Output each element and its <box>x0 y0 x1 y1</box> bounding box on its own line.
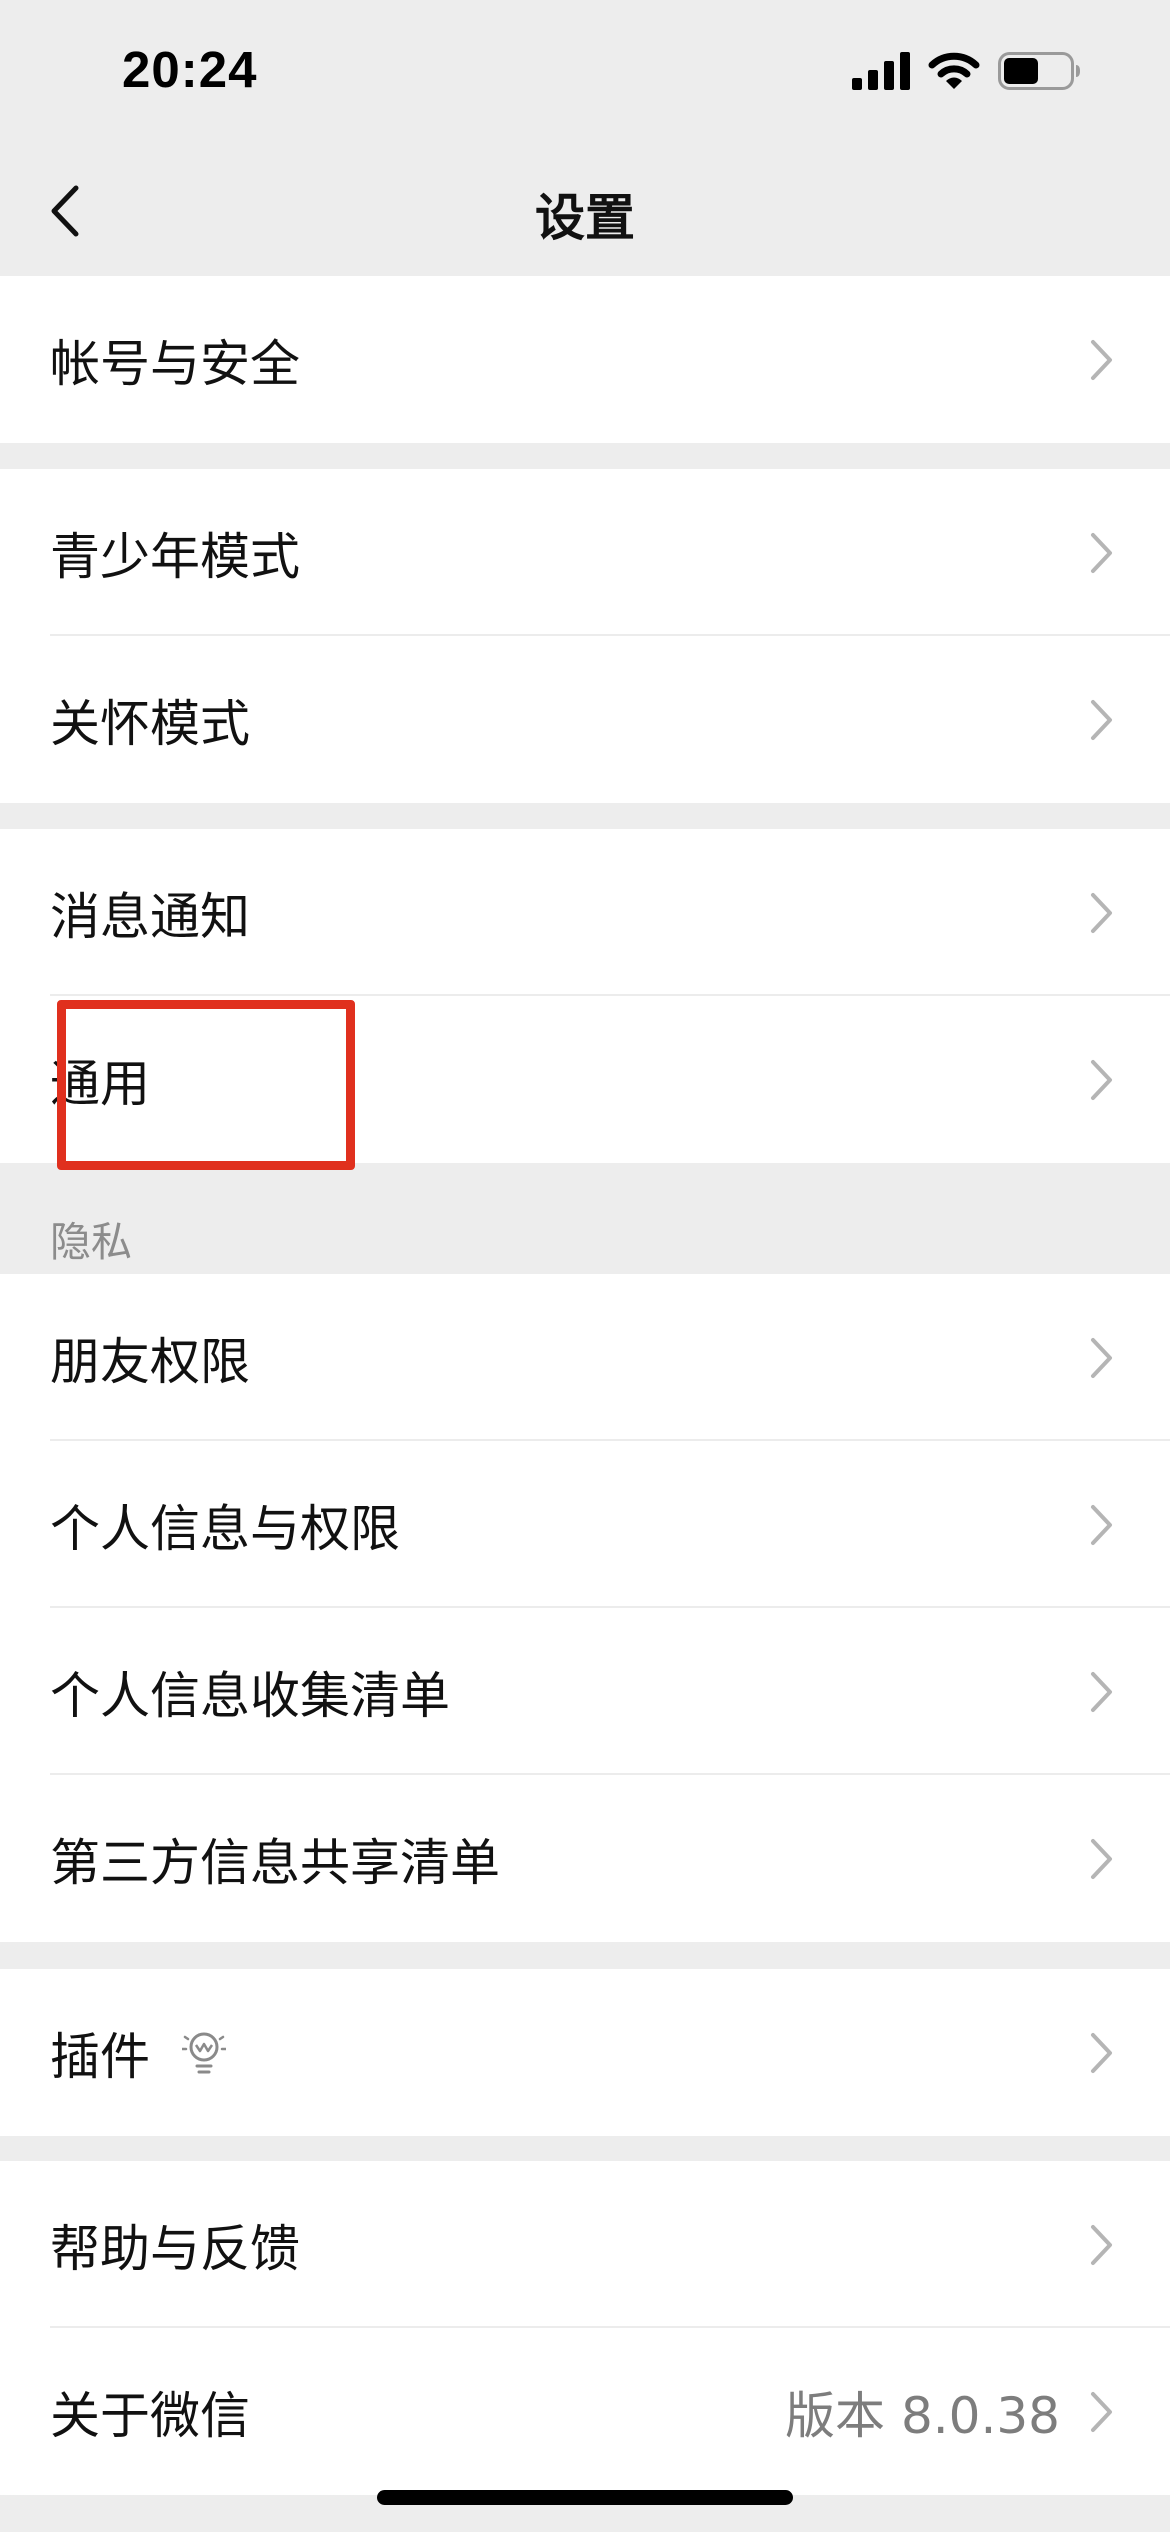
settings-group-account: 帐号与安全 <box>0 276 1170 443</box>
settings-row-label: 关于微信 <box>50 2386 250 2445</box>
chevron-right-icon <box>1091 2032 1112 2073</box>
home-indicator <box>377 2490 793 2505</box>
settings-row-teen-mode[interactable]: 青少年模式 <box>0 469 1170 636</box>
chevron-right-icon <box>1091 2391 1112 2432</box>
chevron-right-icon <box>1091 699 1112 740</box>
settings-row-friend-permissions[interactable]: 朋友权限 <box>0 1274 1170 1441</box>
settings-row-personal-info-permissions[interactable]: 个人信息与权限 <box>0 1441 1170 1608</box>
settings-group-modes: 青少年模式 关怀模式 <box>0 469 1170 803</box>
settings-row-label: 个人信息与权限 <box>50 1499 400 1558</box>
settings-group-privacy: 朋友权限 个人信息与权限 个人信息收集清单 第三方信息共享清单 <box>0 1274 1170 1942</box>
section-header-privacy: 隐私 <box>50 1218 132 1266</box>
chevron-right-icon <box>1091 1671 1112 1712</box>
battery-icon <box>998 52 1082 90</box>
page-title: 设置 <box>535 189 635 247</box>
settings-row-general[interactable]: 通用 <box>0 996 1170 1163</box>
settings-group-notifications: 消息通知 通用 <box>0 829 1170 1163</box>
lightbulb-icon <box>182 2032 226 2073</box>
chevron-right-icon <box>1091 532 1112 573</box>
settings-row-about-wechat[interactable]: 关于微信 版本 8.0.38 <box>0 2328 1170 2495</box>
settings-row-plugins[interactable]: 插件 <box>0 1969 1170 2136</box>
status-icons <box>852 52 1082 90</box>
settings-row-label: 关怀模式 <box>50 694 250 753</box>
version-value: 版本 8.0.38 <box>785 2386 1060 2445</box>
settings-row-notifications[interactable]: 消息通知 <box>0 829 1170 996</box>
settings-group-about: 帮助与反馈 关于微信 版本 8.0.38 <box>0 2161 1170 2495</box>
settings-row-label: 插件 <box>50 2027 150 2086</box>
signal-icon <box>852 52 912 90</box>
settings-row-label: 帐号与安全 <box>50 334 300 393</box>
settings-row-label: 通用 <box>50 1054 150 1113</box>
settings-row-third-party-sharing[interactable]: 第三方信息共享清单 <box>0 1775 1170 1942</box>
settings-row-personal-info-collection[interactable]: 个人信息收集清单 <box>0 1608 1170 1775</box>
status-bar: 20:24 <box>0 0 1170 150</box>
settings-row-account-security[interactable]: 帐号与安全 <box>0 276 1170 443</box>
settings-row-label: 朋友权限 <box>50 1332 250 1391</box>
status-time: 20:24 <box>122 41 258 98</box>
chevron-right-icon <box>1091 1838 1112 1879</box>
settings-row-label: 第三方信息共享清单 <box>50 1833 500 1892</box>
settings-row-label: 帮助与反馈 <box>50 2219 300 2278</box>
settings-group-plugins: 插件 <box>0 1969 1170 2136</box>
chevron-right-icon <box>1091 2224 1112 2265</box>
chevron-right-icon <box>1091 1059 1112 1100</box>
chevron-right-icon <box>1091 1504 1112 1545</box>
settings-row-label: 消息通知 <box>50 887 250 946</box>
chevron-right-icon <box>1091 892 1112 933</box>
settings-row-help-feedback[interactable]: 帮助与反馈 <box>0 2161 1170 2328</box>
nav-bar: 设置 <box>0 150 1170 276</box>
chevron-right-icon <box>1091 1337 1112 1378</box>
settings-row-label: 青少年模式 <box>50 527 300 586</box>
settings-row-care-mode[interactable]: 关怀模式 <box>0 636 1170 803</box>
chevron-right-icon <box>1091 339 1112 380</box>
wifi-icon <box>928 52 980 90</box>
settings-row-label: 个人信息收集清单 <box>50 1666 450 1725</box>
